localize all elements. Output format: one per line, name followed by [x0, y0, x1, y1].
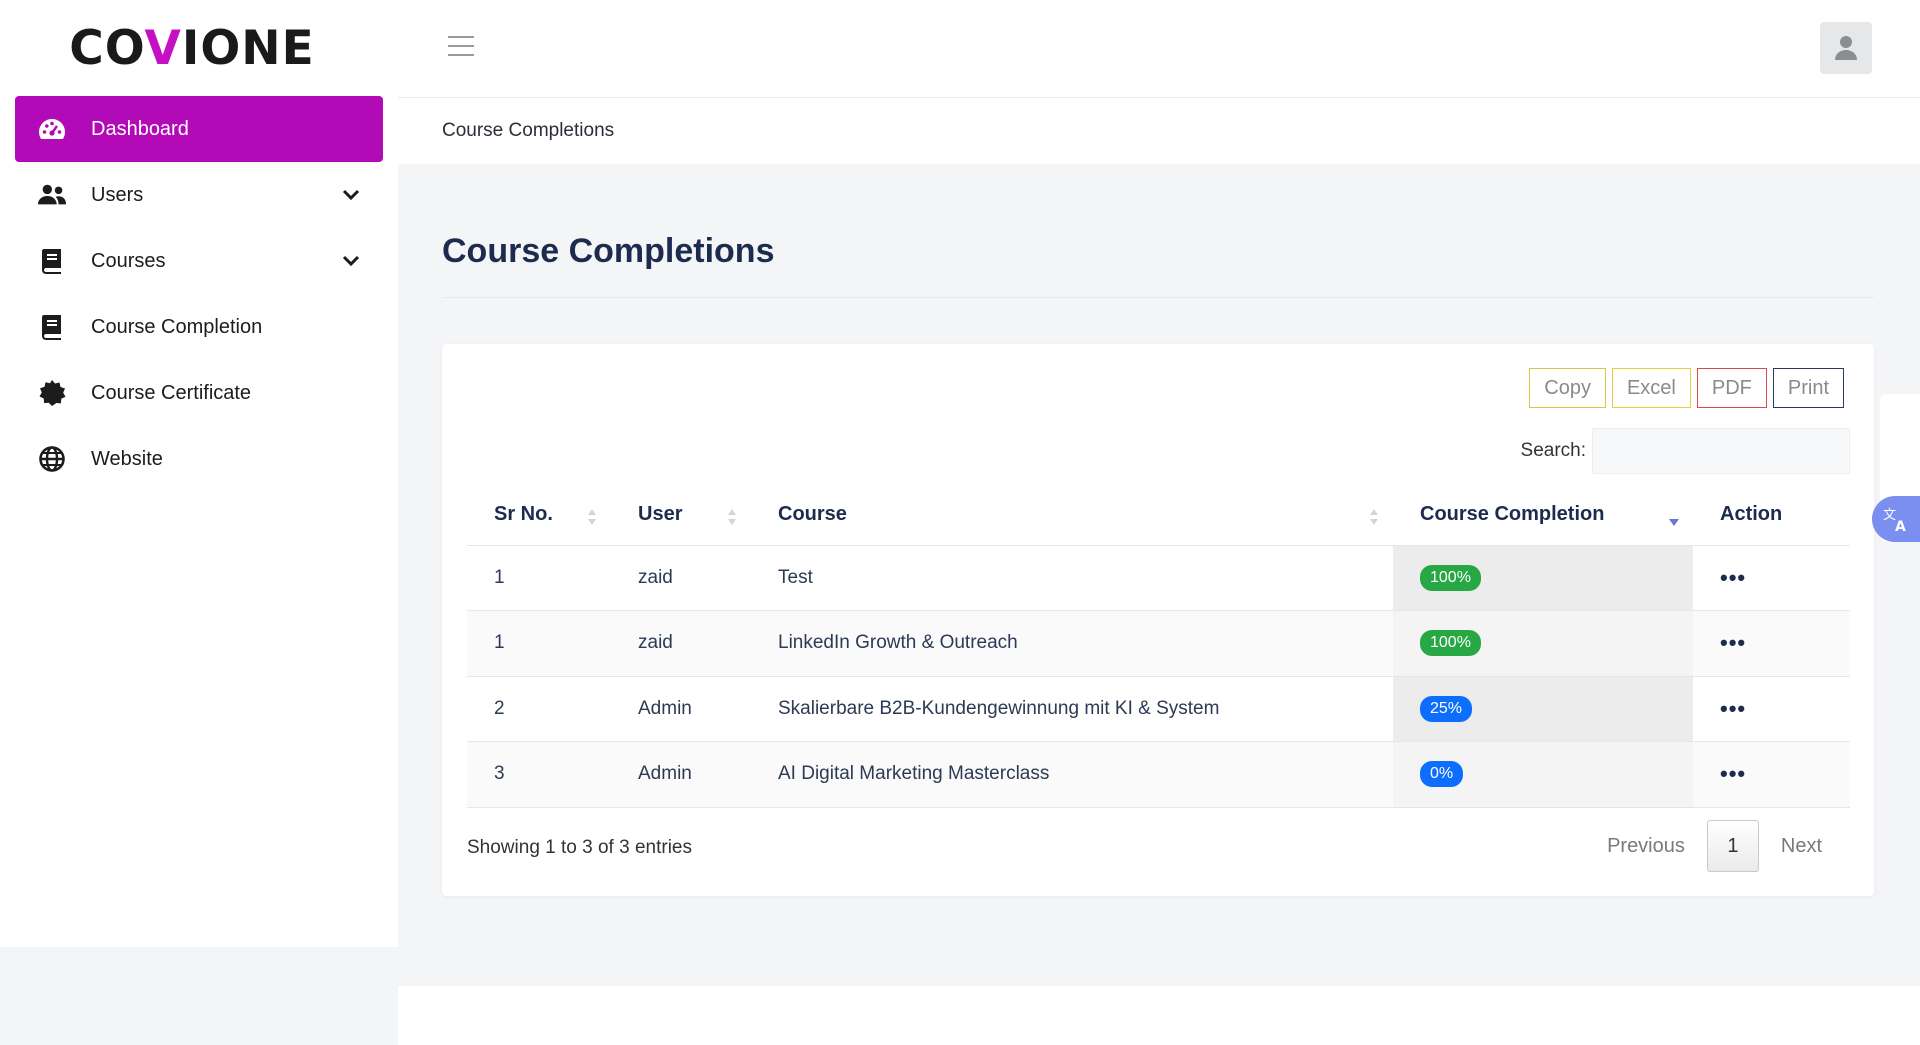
page-title: Course Completions — [442, 232, 775, 270]
cell-sr-no: 3 — [467, 741, 611, 808]
col-header-course[interactable]: Course — [751, 484, 1393, 546]
cell-user: zaid — [611, 545, 751, 611]
status-badge: 100% — [1420, 564, 1481, 591]
svg-text:A: A — [1895, 519, 1906, 534]
table-row: 3 Admin AI Digital Marketing Masterclass… — [467, 741, 1850, 808]
breadcrumb-bar: Course Completions — [398, 98, 1920, 164]
table-row: 1 zaid LinkedIn Growth & Outreach 100% •… — [467, 610, 1850, 677]
completions-table: Sr No. User Course Course Completion Act… — [467, 484, 1850, 808]
users-icon — [37, 180, 67, 210]
cell-sr-no: 1 — [467, 545, 611, 611]
sidebar-item-website[interactable]: Website — [15, 426, 383, 492]
copy-button[interactable]: Copy — [1529, 368, 1606, 408]
cell-user: Admin — [611, 676, 751, 742]
status-badge: 0% — [1420, 761, 1464, 788]
sort-desc-icon — [1669, 519, 1679, 526]
globe-icon — [37, 444, 67, 474]
sidebar-item-courses[interactable]: Courses — [15, 228, 383, 294]
table-row: 2 Admin Skalierbare B2B-Kundengewinnung … — [467, 676, 1850, 742]
sidebar-item-label: Dashboard — [91, 117, 189, 140]
excel-button[interactable]: Excel — [1611, 368, 1691, 408]
cell-completion: 0% — [1393, 741, 1693, 808]
col-header-course-completion[interactable]: Course Completion — [1393, 484, 1693, 546]
status-badge: 25% — [1420, 695, 1473, 722]
certificate-icon — [37, 378, 67, 408]
chevron-down-icon[interactable] — [341, 185, 361, 205]
search-group: Search: — [1521, 428, 1850, 474]
sidebar-item-label: Course Certificate — [91, 381, 252, 404]
more-actions-icon[interactable]: ••• — [1720, 630, 1746, 655]
cell-course: LinkedIn Growth & Outreach — [751, 610, 1393, 677]
top-header — [398, 0, 1920, 98]
sort-icon — [588, 509, 596, 525]
sidebar-item-course-certificate[interactable]: Course Certificate — [15, 360, 383, 426]
table-info: Showing 1 to 3 of 3 entries — [467, 837, 692, 858]
more-actions-icon[interactable]: ••• — [1720, 761, 1746, 786]
divider — [442, 297, 1874, 298]
more-actions-icon[interactable]: ••• — [1720, 696, 1746, 721]
cell-completion: 100% — [1393, 610, 1693, 677]
cell-completion: 25% — [1393, 676, 1693, 742]
cell-user: zaid — [611, 610, 751, 677]
table-header-row: Sr No. User Course Course Completion Act… — [467, 484, 1850, 546]
book-icon — [37, 246, 67, 276]
menu-toggle-icon[interactable] — [448, 36, 474, 58]
cell-action: ••• — [1693, 676, 1850, 742]
search-input[interactable] — [1592, 428, 1850, 474]
sidebar-nav: Dashboard Users Courses Course Completio… — [0, 96, 398, 492]
sort-icon — [728, 509, 736, 525]
brand-logo[interactable]: COVIONE — [0, 0, 398, 96]
print-button[interactable]: Print — [1772, 368, 1844, 408]
cell-course: Test — [751, 545, 1393, 611]
book-icon — [37, 312, 67, 342]
more-actions-icon[interactable]: ••• — [1720, 565, 1746, 590]
sidebar: COVIONE Dashboard Users Courses Course C… — [0, 0, 398, 947]
dashboard-icon — [37, 114, 67, 144]
user-icon — [1835, 36, 1857, 60]
previous-page-button[interactable]: Previous — [1585, 835, 1707, 858]
page-1-button[interactable]: 1 — [1706, 820, 1759, 872]
next-page-button[interactable]: Next — [1759, 835, 1844, 858]
logo-text: COVIONE — [69, 20, 315, 76]
sidebar-item-label: Website — [91, 447, 163, 470]
cell-course: Skalierbare B2B-Kundengewinnung mit KI &… — [751, 676, 1393, 742]
translate-icon[interactable]: 文A — [1872, 496, 1920, 542]
cell-user: Admin — [611, 741, 751, 808]
sidebar-item-label: Courses — [91, 249, 166, 272]
sidebar-item-users[interactable]: Users — [15, 162, 383, 228]
cell-action: ••• — [1693, 741, 1850, 808]
cell-course: AI Digital Marketing Masterclass — [751, 741, 1393, 808]
col-header-sr-no[interactable]: Sr No. — [467, 484, 611, 546]
breadcrumb: Course Completions — [442, 120, 615, 141]
pagination: Previous 1 Next — [1585, 820, 1844, 872]
export-buttons: Copy Excel PDF Print — [1529, 368, 1844, 408]
sidebar-item-label: Users — [91, 183, 144, 206]
sidebar-item-course-completion[interactable]: Course Completion — [15, 294, 383, 360]
avatar[interactable] — [1820, 22, 1872, 74]
sidebar-item-label: Course Completion — [91, 315, 263, 338]
search-label: Search: — [1520, 440, 1586, 461]
chevron-down-icon[interactable] — [341, 251, 361, 271]
sidebar-item-dashboard[interactable]: Dashboard — [15, 96, 383, 162]
cell-sr-no: 1 — [467, 610, 611, 677]
pdf-button[interactable]: PDF — [1696, 368, 1767, 408]
col-header-action: Action — [1693, 484, 1850, 546]
sort-icon — [1370, 509, 1378, 525]
status-badge: 100% — [1420, 630, 1481, 657]
cell-action: ••• — [1693, 545, 1850, 611]
cell-completion: 100% — [1393, 545, 1693, 611]
col-header-user[interactable]: User — [611, 484, 751, 546]
table-row: 1 zaid Test 100% ••• — [467, 545, 1850, 611]
footer — [398, 986, 1920, 1045]
cell-action: ••• — [1693, 610, 1850, 677]
course-completions-card: Copy Excel PDF Print Search: Sr No. User… — [442, 344, 1874, 896]
cell-sr-no: 2 — [467, 676, 611, 742]
